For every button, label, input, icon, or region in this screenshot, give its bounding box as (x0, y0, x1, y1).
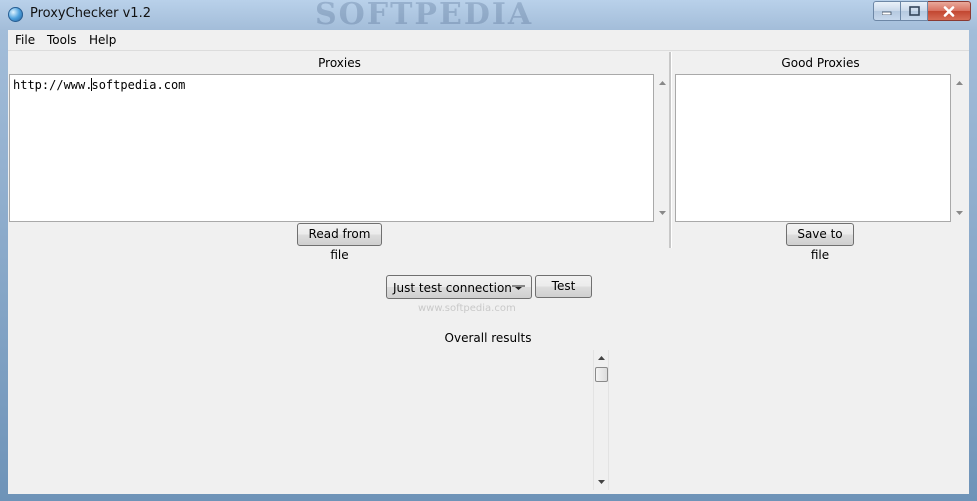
scroll-down-arrow-icon[interactable] (951, 206, 968, 220)
results-scrollbar[interactable] (593, 350, 609, 490)
close-icon (943, 5, 955, 17)
read-from-file-button[interactable]: Read from file (297, 223, 382, 262)
menu-file[interactable]: File (15, 33, 35, 47)
good-proxies-textbox[interactable] (675, 74, 951, 222)
minimize-button[interactable] (873, 1, 901, 21)
window-controls (873, 1, 971, 21)
test-button[interactable]: Test (535, 275, 592, 298)
scroll-thumb[interactable] (595, 367, 608, 382)
scroll-down-arrow-icon[interactable] (594, 475, 608, 489)
dropdown-arrow-icon (512, 285, 525, 290)
good-proxies-scrollbar[interactable] (951, 74, 968, 222)
proxies-label: Proxies (318, 56, 361, 70)
globe-icon[interactable] (8, 7, 23, 22)
overall-results-label: Overall results (444, 331, 532, 345)
good-proxies-label: Good Proxies (781, 56, 860, 70)
menu-help[interactable]: Help (89, 33, 116, 47)
test-mode-select[interactable]: Just test connection (386, 275, 532, 299)
app-window: ProxyChecker v1.2 SOFTPEDIA File Tools H… (0, 0, 977, 501)
menu-tools[interactable]: Tools (47, 33, 77, 47)
softpedia-watermark: SOFTPEDIA (315, 0, 534, 32)
scroll-up-arrow-icon[interactable] (594, 351, 608, 365)
maximize-icon (908, 6, 920, 16)
title-bar[interactable]: ProxyChecker v1.2 SOFTPEDIA (0, 0, 977, 32)
scroll-up-arrow-icon[interactable] (951, 76, 968, 90)
proxies-textbox[interactable]: http://www.softpedia.com (9, 74, 654, 222)
save-to-file-button[interactable]: Save to file (786, 223, 854, 262)
pane-splitter[interactable] (669, 52, 672, 248)
close-button[interactable] (928, 1, 971, 21)
proxies-text-start: http://www. (13, 78, 93, 92)
window-title: ProxyChecker v1.2 (30, 6, 151, 21)
softpedia-url-watermark: www.softpedia.com (418, 303, 516, 314)
maximize-button[interactable] (901, 1, 928, 21)
proxies-text-end: softpedia.com (91, 78, 186, 92)
test-mode-value: Just test connection (393, 281, 512, 295)
client-area: File Tools Help Proxies http://www.softp… (8, 30, 969, 494)
menu-bar: File Tools Help (8, 30, 969, 51)
minimize-icon (882, 11, 892, 15)
